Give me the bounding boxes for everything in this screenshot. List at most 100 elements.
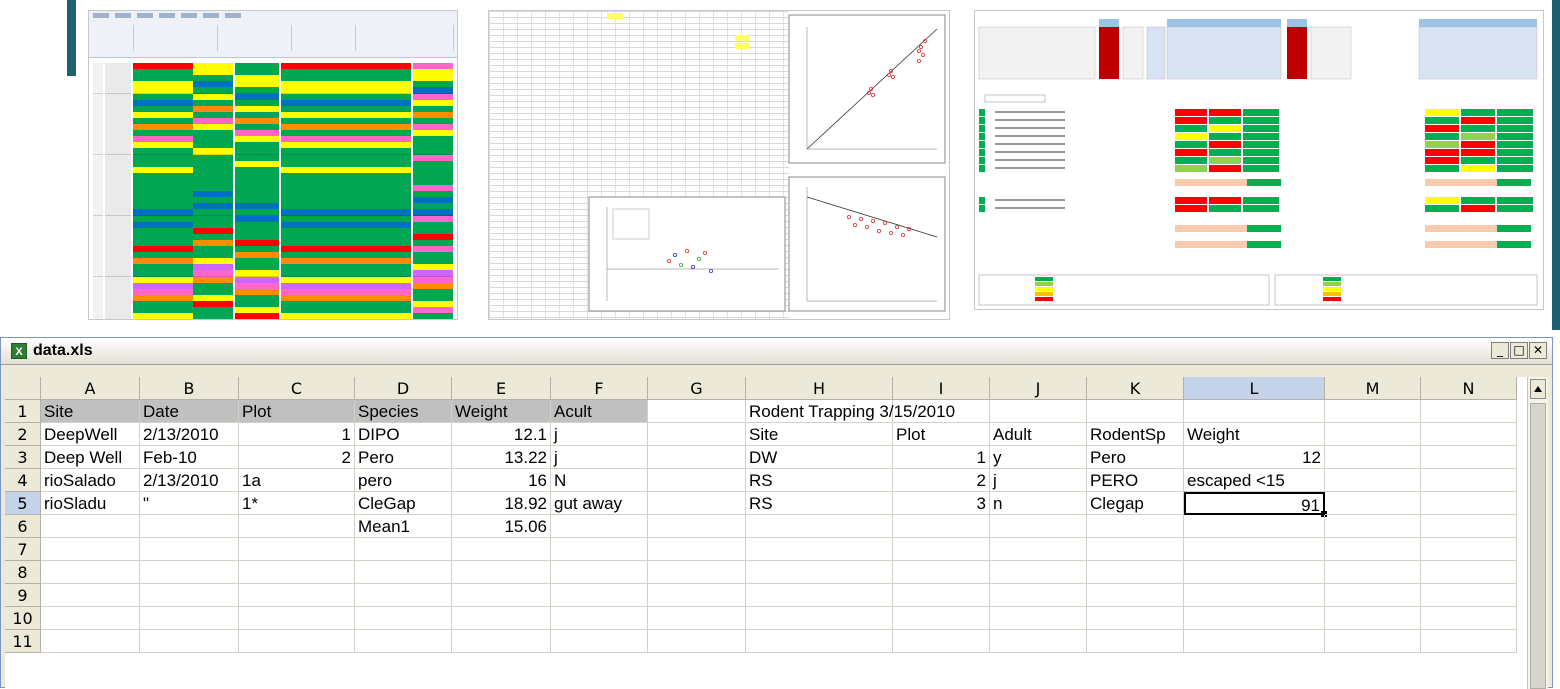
- cell-j2[interactable]: Adult: [990, 423, 1087, 446]
- cell-m4[interactable]: [1325, 469, 1421, 492]
- cell-d2[interactable]: DIPO: [355, 423, 452, 446]
- cell-n11[interactable]: [1421, 630, 1517, 653]
- column-header-d[interactable]: D: [355, 377, 452, 400]
- cell-j7[interactable]: [990, 538, 1087, 561]
- cell-e4[interactable]: 16: [452, 469, 551, 492]
- cell-l8[interactable]: [1184, 561, 1325, 584]
- cell-n3[interactable]: [1421, 446, 1517, 469]
- column-header-c[interactable]: C: [239, 377, 355, 400]
- cell-m5[interactable]: [1325, 492, 1421, 515]
- row-header-6[interactable]: 6: [5, 515, 41, 538]
- cell-i4[interactable]: 2: [893, 469, 990, 492]
- cell-c3[interactable]: 2: [239, 446, 355, 469]
- cell-l3[interactable]: 12: [1184, 446, 1325, 469]
- cell-c7[interactable]: [239, 538, 355, 561]
- column-header-h[interactable]: H: [746, 377, 893, 400]
- cell-c11[interactable]: [239, 630, 355, 653]
- cell-c9[interactable]: [239, 584, 355, 607]
- cell-d4[interactable]: pero: [355, 469, 452, 492]
- cell-i5[interactable]: 3: [893, 492, 990, 515]
- cell-k5[interactable]: Clegap: [1087, 492, 1184, 515]
- cell-d9[interactable]: [355, 584, 452, 607]
- cell-n4[interactable]: [1421, 469, 1517, 492]
- cell-m10[interactable]: [1325, 607, 1421, 630]
- cell-n6[interactable]: [1421, 515, 1517, 538]
- cell-g5[interactable]: [648, 492, 746, 515]
- cell-a3[interactable]: Deep Well: [41, 446, 140, 469]
- vertical-scrollbar[interactable]: [1527, 377, 1548, 689]
- cell-f9[interactable]: [551, 584, 648, 607]
- cell-c1[interactable]: Plot: [239, 400, 355, 423]
- row-header-1[interactable]: 1: [5, 400, 41, 423]
- cell-j1[interactable]: [990, 400, 1087, 423]
- cell-a11[interactable]: [41, 630, 140, 653]
- cell-f2[interactable]: j: [551, 423, 648, 446]
- active-cell[interactable]: 91: [1184, 492, 1325, 515]
- column-header-a[interactable]: A: [41, 377, 140, 400]
- cell-e3[interactable]: 13.22: [452, 446, 551, 469]
- cell-g10[interactable]: [648, 607, 746, 630]
- cell-a4[interactable]: rioSalado: [41, 469, 140, 492]
- cell-b2[interactable]: 2/13/2010: [140, 423, 239, 446]
- cell-h11[interactable]: [746, 630, 893, 653]
- cell-n1[interactable]: [1421, 400, 1517, 423]
- cell-c5[interactable]: 1*: [239, 492, 355, 515]
- cell-f11[interactable]: [551, 630, 648, 653]
- cell-b6[interactable]: [140, 515, 239, 538]
- row-header-11[interactable]: 11: [5, 630, 41, 653]
- cell-h3[interactable]: DW: [746, 446, 893, 469]
- row-header-3[interactable]: 3: [5, 446, 41, 469]
- cell-c2[interactable]: 1: [239, 423, 355, 446]
- cell-b10[interactable]: [140, 607, 239, 630]
- cell-b7[interactable]: [140, 538, 239, 561]
- cell-e2[interactable]: 12.1: [452, 423, 551, 446]
- cell-i8[interactable]: [893, 561, 990, 584]
- cell-a9[interactable]: [41, 584, 140, 607]
- cell-a2[interactable]: DeepWell: [41, 423, 140, 446]
- cell-m3[interactable]: [1325, 446, 1421, 469]
- cell-i6[interactable]: [893, 515, 990, 538]
- maximize-button[interactable]: □: [1510, 342, 1528, 359]
- cell-l1[interactable]: [1184, 400, 1325, 423]
- cell-g3[interactable]: [648, 446, 746, 469]
- select-all-corner[interactable]: [5, 377, 41, 400]
- cell-a1[interactable]: Site: [41, 400, 140, 423]
- cell-m7[interactable]: [1325, 538, 1421, 561]
- cell-f10[interactable]: [551, 607, 648, 630]
- column-header-b[interactable]: B: [140, 377, 239, 400]
- scroll-up-arrow-icon[interactable]: [1530, 379, 1546, 399]
- cell-d5[interactable]: CleGap: [355, 492, 452, 515]
- cell-m6[interactable]: [1325, 515, 1421, 538]
- cell-a5[interactable]: rioSladu: [41, 492, 140, 515]
- cell-j10[interactable]: [990, 607, 1087, 630]
- cell-k2[interactable]: RodentSp: [1087, 423, 1184, 446]
- cell-k3[interactable]: Pero: [1087, 446, 1184, 469]
- cell-g4[interactable]: [648, 469, 746, 492]
- cell-f8[interactable]: [551, 561, 648, 584]
- column-header-k[interactable]: K: [1087, 377, 1184, 400]
- cell-m2[interactable]: [1325, 423, 1421, 446]
- cell-i7[interactable]: [893, 538, 990, 561]
- cell-k10[interactable]: [1087, 607, 1184, 630]
- cell-i10[interactable]: [893, 607, 990, 630]
- cell-n2[interactable]: [1421, 423, 1517, 446]
- column-header-m[interactable]: M: [1325, 377, 1421, 400]
- cell-b11[interactable]: [140, 630, 239, 653]
- row-header-8[interactable]: 8: [5, 561, 41, 584]
- cell-b3[interactable]: Feb-10: [140, 446, 239, 469]
- cell-a6[interactable]: [41, 515, 140, 538]
- cell-d10[interactable]: [355, 607, 452, 630]
- cell-e10[interactable]: [452, 607, 551, 630]
- cell-h6[interactable]: [746, 515, 893, 538]
- cell-l10[interactable]: [1184, 607, 1325, 630]
- cell-n10[interactable]: [1421, 607, 1517, 630]
- cell-i3[interactable]: 1: [893, 446, 990, 469]
- cell-f7[interactable]: [551, 538, 648, 561]
- cell-n5[interactable]: [1421, 492, 1517, 515]
- cell-j6[interactable]: [990, 515, 1087, 538]
- cell-h1[interactable]: Rodent Trapping 3/15/2010: [746, 400, 955, 423]
- column-header-n[interactable]: N: [1421, 377, 1517, 400]
- cell-b8[interactable]: [140, 561, 239, 584]
- row-header-7[interactable]: 7: [5, 538, 41, 561]
- cell-b1[interactable]: Date: [140, 400, 239, 423]
